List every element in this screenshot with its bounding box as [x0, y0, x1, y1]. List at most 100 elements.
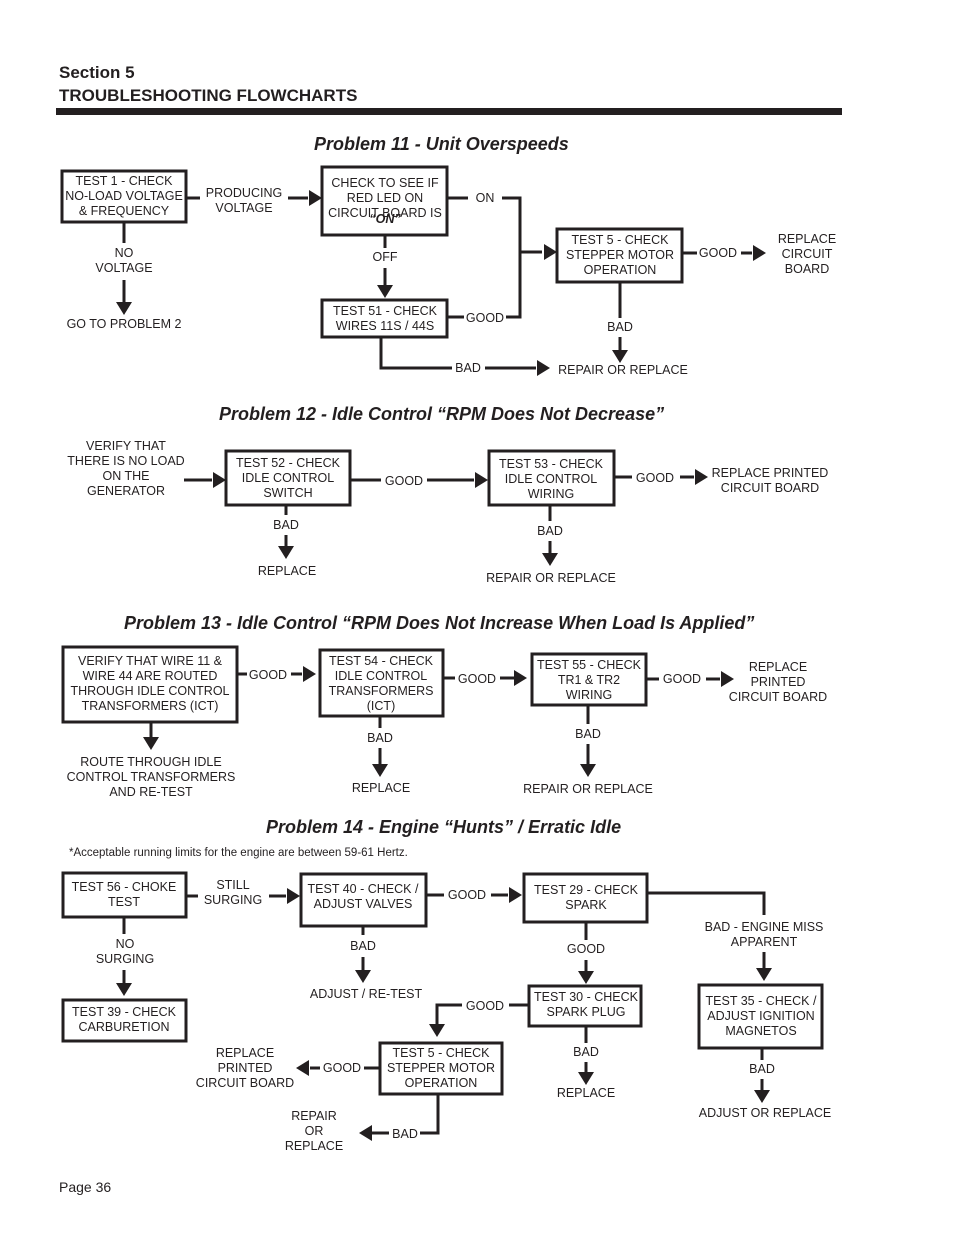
p14-repair-replace-line-2: OR: [305, 1124, 324, 1138]
p14-adjust-replace: ADJUST OR REPLACE: [699, 1106, 831, 1120]
p14-test29-text-line-2: SPARK: [565, 898, 607, 912]
p11-check-led-text-line-1: CHECK TO SEE IF: [331, 176, 439, 190]
p14-label-still-surging-line-1: STILL: [216, 878, 249, 892]
p12-verify-no-load-line-3: ON THE: [103, 469, 150, 483]
p14-adjust-retest: ADJUST / RE-TEST: [310, 987, 423, 1001]
p14-label-bad-engine-miss-line-1: BAD - ENGINE MISS: [705, 920, 824, 934]
p13-label-bad55: BAD: [575, 727, 601, 741]
p11-check-led-on: “ON”: [369, 212, 401, 226]
p13-verify-text-line-2: WIRE 44 ARE ROUTED: [83, 669, 218, 683]
p14-arrow-to-adjust-replace: [754, 1090, 770, 1103]
p11-test1-text-line-1: TEST 1 - CHECK: [75, 174, 173, 188]
p14-arrow-to-test39: [116, 983, 132, 996]
p11-test1-text-line-3: & FREQUENCY: [79, 204, 170, 218]
p11-label-novoltage-line-2: VOLTAGE: [95, 261, 152, 275]
p14-replace-pcb-line-2: PRINTED: [218, 1061, 273, 1075]
p11-arrow-to-test5: [544, 244, 557, 260]
p11-replace-board-line-3: BOARD: [785, 262, 829, 276]
p12-repair-replace: REPAIR OR REPLACE: [486, 571, 616, 585]
p14-test39-text-line-2: CARBURETION: [79, 1020, 170, 1034]
p14-test30-text-line-1: TEST 30 - CHECK: [534, 990, 639, 1004]
p11-test51-text-line-2: WIRES 11S / 44S: [336, 319, 434, 333]
p13-test54-text-line-4: (ICT): [367, 699, 395, 713]
p14-test5-text-line-3: OPERATION: [405, 1076, 478, 1090]
p14-replace-pcb-line-3: CIRCUIT BOARD: [196, 1076, 294, 1090]
p13-route-retest-line-1: ROUTE THROUGH IDLE: [80, 755, 221, 769]
p14-test30-text-line-2: SPARK PLUG: [547, 1005, 626, 1019]
p11-go-problem2: GO TO PROBLEM 2: [67, 317, 182, 331]
p11-label-good51: GOOD: [466, 311, 504, 325]
p14-label-good30: GOOD: [466, 999, 504, 1013]
p13-route-retest-line-2: CONTROL TRANSFORMERS: [67, 770, 236, 784]
p13-arrow-to-replace-pcb: [721, 671, 734, 687]
p13-test55-text-line-3: WIRING: [566, 688, 613, 702]
p14-repair-replace-line-3: REPLACE: [285, 1139, 343, 1153]
p12-arrow-to-replace: [278, 546, 294, 559]
p12-arrow-to-repair: [542, 553, 558, 566]
p12-test53-text-line-1: TEST 53 - CHECK: [499, 457, 604, 471]
p11-replace-board-line-1: REPLACE: [778, 232, 836, 246]
p12-test53-text-line-2: IDLE CONTROL: [505, 472, 597, 486]
p13-test55-text-line-1: TEST 55 - CHECK: [537, 658, 642, 672]
p11-edge-test51-bad: [379, 337, 452, 370]
p14-test40-text-line-1: TEST 40 - CHECK /: [308, 882, 419, 896]
p12-test52-text-line-3: SWITCH: [263, 486, 312, 500]
p12-replace-pcb-line-2: CIRCUIT BOARD: [721, 481, 819, 495]
p14-arrow-to-replace: [578, 1072, 594, 1085]
p14-arrow-to-test5: [429, 1024, 445, 1037]
p14-test5-text-line-2: STEPPER MOTOR: [387, 1061, 495, 1075]
p13-replace: REPLACE: [352, 781, 410, 795]
p14-repair-replace-line-1: REPAIR: [291, 1109, 337, 1123]
p12-verify-no-load-line-1: VERIFY THAT: [86, 439, 166, 453]
p12-verify-no-load-line-2: THERE IS NO LOAD: [67, 454, 184, 468]
p14-label-good40: GOOD: [448, 888, 486, 902]
p14-arrow-to-test35: [756, 968, 772, 981]
p13-test54-text-line-2: IDLE CONTROL: [335, 669, 427, 683]
p12-arrow-to-replace-pcb: [695, 469, 708, 485]
p11-replace-board-line-2: CIRCUIT: [782, 247, 833, 261]
p11-test1-text-line-2: NO-LOAD VOLTAGE: [65, 189, 183, 203]
p12-replace-pcb-line-1: REPLACE PRINTED: [712, 466, 829, 480]
p14-test56-text-line-2: TEST: [108, 895, 140, 909]
p13-replace-pcb-line-3: CIRCUIT BOARD: [729, 690, 827, 704]
p12-label-good52: GOOD: [385, 474, 423, 488]
p11-arrow-to-replace-board: [753, 245, 766, 261]
p11-arrow-to-problem2: [116, 302, 132, 315]
p11-arrow-to-led: [309, 190, 322, 206]
p11-arrow-to-test51: [377, 285, 393, 298]
p14-label-bad35: BAD: [749, 1062, 775, 1076]
p13-test54-text-line-1: TEST 54 - CHECK: [329, 654, 434, 668]
p13-label-bad54: BAD: [367, 731, 393, 745]
p11-test5-text-line-1: TEST 5 - CHECK: [571, 233, 669, 247]
p11-label-bad5: BAD: [607, 320, 633, 334]
p14-label-bad5: BAD: [392, 1127, 418, 1141]
p13-verify-text-line-3: THROUGH IDLE CONTROL: [70, 684, 229, 698]
p11-label-producing-line-2: VOLTAGE: [215, 201, 272, 215]
p13-replace-pcb-line-2: PRINTED: [751, 675, 806, 689]
p14-label-bad40: BAD: [350, 939, 376, 953]
p12-label-bad53: BAD: [537, 524, 563, 538]
p14-replace: REPLACE: [557, 1086, 615, 1100]
p13-test54-text-line-3: TRANSFORMERS: [329, 684, 434, 698]
p12-arrow-to-test53: [475, 472, 488, 488]
p14-label-still-surging-line-2: SURGING: [204, 893, 262, 907]
p11-check-led-text-line-2: RED LED ON: [347, 191, 423, 205]
p11-edge-on-bracket: [502, 196, 522, 319]
p14-test35-text-line-3: MAGNETOS: [725, 1024, 796, 1038]
p14-test29-text-line-1: TEST 29 - CHECK: [534, 883, 639, 897]
p14-test35-text-line-1: TEST 35 - CHECK /: [706, 994, 817, 1008]
p13-replace-pcb-line-1: REPLACE: [749, 660, 807, 674]
p13-arrow-to-repair: [580, 764, 596, 777]
p14-test40-text-line-2: ADJUST VALVES: [314, 897, 413, 911]
p14-test5-text-line-1: TEST 5 - CHECK: [392, 1046, 490, 1060]
p13-label-good-verify: GOOD: [249, 668, 287, 682]
p13-arrow-to-test54: [303, 666, 316, 682]
p11-test5-text-line-3: OPERATION: [584, 263, 657, 277]
p11-arrow-to-repair: [537, 360, 550, 376]
p14-edge-good30-left: [435, 1003, 462, 1024]
p13-repair-replace: REPAIR OR REPLACE: [523, 782, 653, 796]
p13-label-good55: GOOD: [663, 672, 701, 686]
p14-arrow-to-test30: [578, 971, 594, 984]
p14-label-good29: GOOD: [567, 942, 605, 956]
p14-arrow-to-test29: [509, 887, 522, 903]
